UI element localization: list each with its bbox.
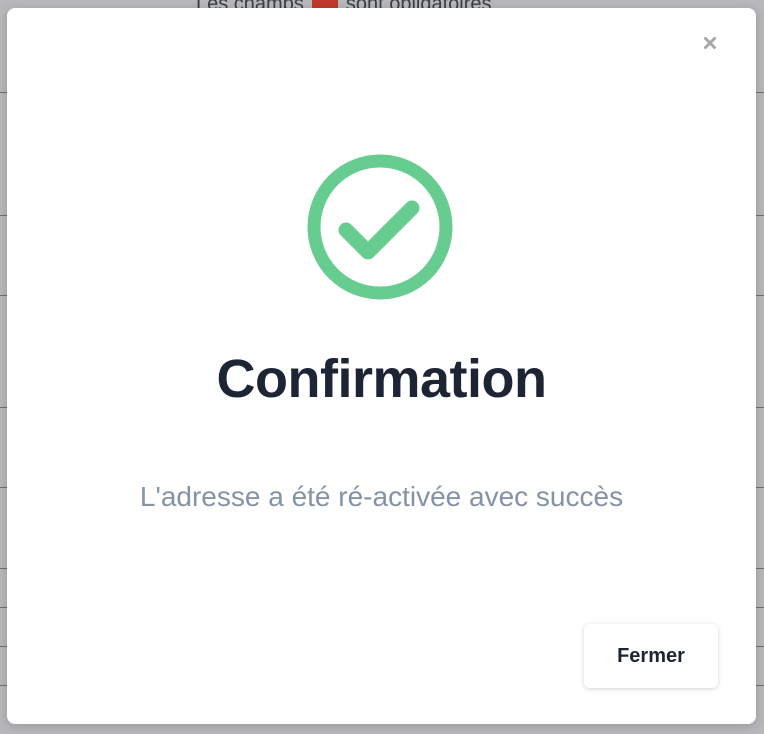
close-dialog-button[interactable]: Fermer bbox=[584, 624, 718, 688]
check-circle-icon bbox=[307, 154, 453, 300]
success-icon-wrapper bbox=[306, 153, 454, 301]
close-button[interactable] bbox=[702, 35, 718, 51]
dialog-message: L'adresse a été ré-activée avec succès bbox=[139, 481, 624, 512]
confirmation-dialog: Confirmation L'adresse a été ré-activée … bbox=[7, 8, 756, 724]
close-icon bbox=[704, 37, 716, 49]
dialog-title: Confirmation bbox=[216, 349, 547, 409]
